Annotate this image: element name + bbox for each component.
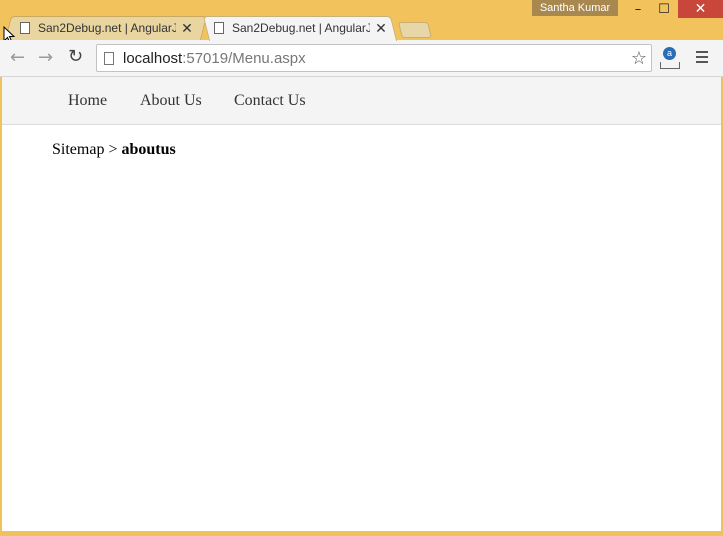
breadcrumb: Sitemap > aboutus xyxy=(52,141,176,159)
url-path: :57019/Menu.aspx xyxy=(182,50,306,67)
maximize-button[interactable]: ☐ xyxy=(652,0,676,18)
nav-link-contact-us[interactable]: Contact Us xyxy=(234,92,306,110)
extension-letter: a xyxy=(663,47,676,60)
tab-inactive-content[interactable]: San2Debug.net | AngularJs ✕ xyxy=(20,16,198,40)
tab-active-content[interactable]: San2Debug.net | AngularJs ✕ xyxy=(214,16,390,40)
breadcrumb-current: aboutus xyxy=(121,141,176,158)
tab-title: San2Debug.net | AngularJs xyxy=(232,21,370,35)
hamburger-menu-icon[interactable] xyxy=(696,51,708,66)
forward-arrow-icon[interactable]: → xyxy=(38,49,53,67)
close-window-button[interactable]: ✕ xyxy=(678,0,723,18)
new-tab-button[interactable] xyxy=(398,22,432,38)
page-icon xyxy=(104,52,114,65)
site-navbar: Home About Us Contact Us xyxy=(2,77,721,125)
page-icon xyxy=(20,22,30,34)
tab-close-icon[interactable]: ✕ xyxy=(180,20,194,37)
breadcrumb-root[interactable]: Sitemap xyxy=(52,141,104,158)
bookmark-star-icon[interactable]: ☆ xyxy=(631,48,647,69)
nav-link-home[interactable]: Home xyxy=(68,92,107,110)
back-arrow-icon[interactable]: ← xyxy=(10,49,25,67)
extension-tray xyxy=(660,62,680,69)
browser-toolbar: ← → ↻ localhost:57019/Menu.aspx ☆ a xyxy=(0,40,723,77)
window-frame-bottom xyxy=(0,531,723,536)
nav-link-about-us[interactable]: About Us xyxy=(140,92,202,110)
window-titlebar: Santha Kumar – ☐ ✕ San2Debug.net | Angul… xyxy=(0,0,723,41)
extension-icon[interactable]: a xyxy=(660,47,680,69)
url-text[interactable]: localhost:57019/Menu.aspx xyxy=(123,50,306,67)
user-profile-badge[interactable]: Santha Kumar xyxy=(532,0,618,16)
reload-icon[interactable]: ↻ xyxy=(68,48,83,66)
url-host: localhost xyxy=(123,50,183,67)
breadcrumb-separator: > xyxy=(104,141,122,158)
page-icon xyxy=(214,22,224,34)
address-bar[interactable]: localhost:57019/Menu.aspx ☆ xyxy=(96,44,652,72)
tab-close-icon[interactable]: ✕ xyxy=(374,20,388,37)
page-viewport: Home About Us Contact Us Sitemap > about… xyxy=(2,77,721,531)
minimize-button[interactable]: – xyxy=(626,0,650,18)
tab-title: San2Debug.net | AngularJs xyxy=(38,21,176,35)
